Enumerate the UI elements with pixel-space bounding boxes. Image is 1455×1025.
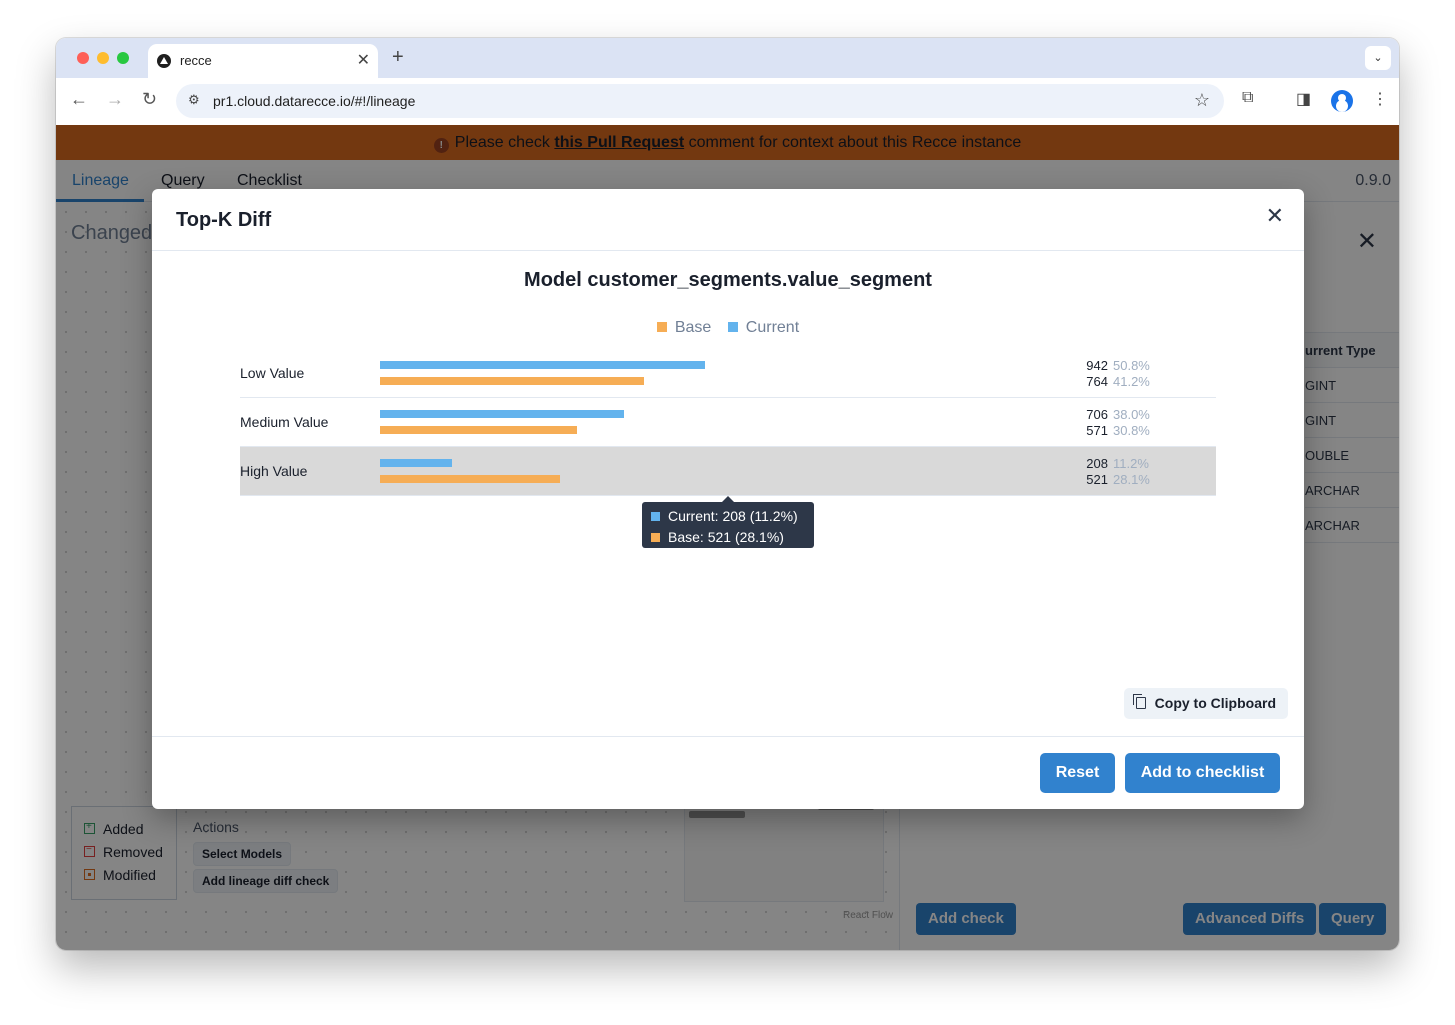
base-percent: 28.1% (1113, 472, 1150, 487)
site-settings-icon[interactable]: ⚙ (188, 92, 200, 108)
tooltip-current: Current: 208 (11.2%) (668, 508, 798, 524)
legend-base-label: Base (674, 319, 712, 336)
browser-tab[interactable]: recce ✕ (148, 44, 378, 78)
category-label: High Value (240, 463, 308, 479)
address-bar[interactable]: ⚙ pr1.cloud.datarecce.io/#!/lineage ☆ (176, 84, 1224, 118)
bar-tooltip: Current: 208 (11.2%) Base: 521 (28.1%) (642, 496, 814, 548)
add-to-checklist-button[interactable]: Add to checklist (1125, 753, 1280, 793)
tooltip-base-row: Base: 521 (28.1%) (651, 527, 814, 548)
base-count: 571 (1086, 423, 1108, 438)
topk-chart: Low Value 942 50.8% 764 41.2% Medium Val… (240, 349, 1216, 496)
legend-current-label: Current (745, 319, 800, 336)
close-window-button[interactable] (77, 52, 89, 64)
minimize-window-button[interactable] (97, 52, 109, 64)
current-count: 706 (1086, 407, 1108, 422)
top-k-diff-modal: Top-K Diff ✕ Model customer_segments.val… (152, 189, 1304, 809)
tab-strip: recce ✕ + ⌄ (56, 38, 1399, 78)
bar-current[interactable] (380, 410, 624, 418)
reload-icon[interactable]: ↻ (142, 89, 157, 110)
recce-favicon-icon (157, 54, 171, 68)
topk-row[interactable]: Low Value 942 50.8% 764 41.2% (240, 349, 1216, 398)
copy-to-clipboard-button[interactable]: Copy to Clipboard (1123, 688, 1288, 719)
current-percent: 11.2% (1113, 456, 1149, 471)
tab-search-chevron-icon[interactable]: ⌄ (1365, 46, 1391, 70)
topk-row-hovered[interactable]: High Value 208 11.2% 521 28.1% (240, 447, 1216, 496)
category-label: Low Value (240, 365, 305, 381)
more-menu-icon[interactable]: ⋮ (1372, 89, 1388, 109)
base-percent: 30.8% (1113, 423, 1150, 438)
modal-title: Top-K Diff (176, 209, 272, 231)
legend-base: Base (656, 319, 712, 336)
tab-close-icon[interactable]: ✕ (357, 50, 370, 70)
forward-arrow-icon[interactable]: → (106, 89, 124, 110)
bar-current[interactable] (380, 459, 452, 467)
new-tab-icon[interactable]: + (392, 46, 404, 69)
category-label: Medium Value (240, 414, 329, 430)
modal-close-icon[interactable]: ✕ (1266, 203, 1284, 229)
reset-button[interactable]: Reset (1040, 753, 1115, 793)
bookmark-star-icon[interactable]: ☆ (1194, 90, 1210, 111)
base-swatch-icon (651, 533, 660, 542)
current-count: 942 (1086, 358, 1108, 373)
bar-current[interactable] (380, 361, 705, 369)
browser-tab-title: recce (180, 53, 212, 68)
bar-base[interactable] (380, 475, 560, 483)
modal-footer: Reset Add to checklist (152, 736, 1304, 809)
browser-toolbar: ← → ↻ ⚙ pr1.cloud.datarecce.io/#!/lineag… (56, 78, 1399, 125)
current-percent: 50.8% (1113, 358, 1150, 373)
modal-header: Top-K Diff ✕ (152, 189, 1304, 251)
profile-avatar[interactable] (1331, 90, 1353, 112)
tooltip-base: Base: 521 (28.1%) (668, 529, 784, 545)
base-swatch-icon (656, 322, 667, 332)
base-percent: 41.2% (1113, 374, 1150, 389)
base-count: 521 (1086, 472, 1108, 487)
bar-base[interactable] (380, 377, 644, 385)
extensions-puzzle-icon[interactable]: ⧉ (1242, 89, 1253, 107)
chart-title: Model customer_segments.value_segment (524, 269, 932, 291)
back-arrow-icon[interactable]: ← (70, 89, 88, 110)
current-percent: 38.0% (1113, 407, 1150, 422)
topk-row[interactable]: Medium Value 706 38.0% 571 30.8% (240, 398, 1216, 447)
tooltip-current-row: Current: 208 (11.2%) (651, 506, 814, 527)
copy-label: Copy to Clipboard (1154, 695, 1276, 711)
zoom-window-button[interactable] (117, 52, 129, 64)
legend-current: Current (727, 319, 800, 336)
chart-legend: Base Current (152, 319, 1304, 337)
current-count: 208 (1086, 456, 1108, 471)
browser-window: recce ✕ + ⌄ ← → ↻ ⚙ pr1.cloud.datarecce.… (56, 38, 1399, 950)
copy-icon (1132, 694, 1146, 709)
current-swatch-icon (727, 322, 738, 332)
side-panel-icon[interactable]: ◨ (1296, 89, 1311, 109)
bar-base[interactable] (380, 426, 577, 434)
base-count: 764 (1086, 374, 1108, 389)
current-swatch-icon (651, 512, 660, 521)
url-text: pr1.cloud.datarecce.io/#!/lineage (213, 93, 416, 109)
